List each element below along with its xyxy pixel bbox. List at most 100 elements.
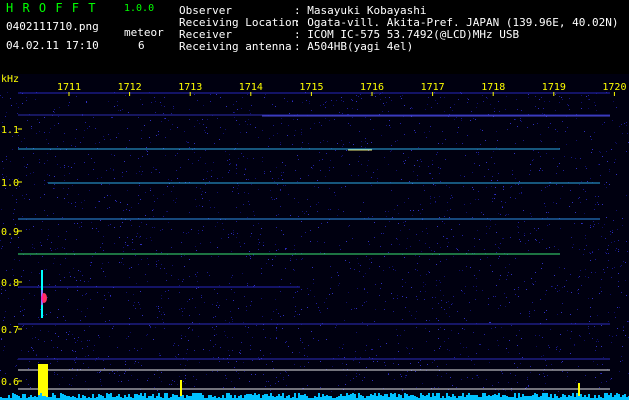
noise-dot [112, 371, 113, 372]
noise-dot [539, 170, 540, 171]
noise-dot [524, 221, 525, 222]
noise-dot [128, 300, 129, 301]
level-bar [540, 396, 542, 400]
noise-dot [393, 311, 394, 312]
noise-dot [421, 161, 422, 162]
noise-dot [423, 185, 424, 186]
noise-dot [406, 347, 407, 348]
noise-dot [281, 279, 282, 280]
noise-dot [597, 202, 598, 203]
noise-dot [133, 294, 134, 295]
noise-dot [486, 233, 487, 234]
noise-dot [250, 258, 251, 259]
noise-dot [317, 180, 318, 181]
noise-dot [391, 150, 392, 151]
noise-dot [182, 315, 183, 316]
noise-dot [484, 249, 485, 250]
noise-dot [247, 124, 248, 125]
noise-dot [278, 178, 279, 179]
noise-dot [417, 175, 418, 176]
noise-dot [230, 163, 231, 164]
noise-dot [353, 378, 354, 379]
level-bar [544, 393, 546, 400]
noise-dot [167, 211, 168, 212]
noise-dot [614, 241, 615, 242]
noise-dot [146, 150, 147, 151]
noise-dot [414, 130, 415, 131]
noise-dot [441, 300, 442, 301]
level-bar [272, 396, 274, 400]
level-bar [608, 395, 610, 400]
noise-dot [453, 256, 454, 257]
noise-dot [402, 279, 403, 280]
noise-dot [214, 335, 215, 336]
noise-dot [82, 275, 83, 276]
noise-dot [579, 197, 580, 198]
noise-dot [44, 210, 45, 211]
noise-dot [150, 190, 151, 191]
noise-dot [576, 168, 577, 169]
noise-dot [463, 186, 464, 187]
noise-dot [278, 249, 279, 250]
noise-dot [353, 144, 354, 145]
noise-dot [285, 249, 286, 250]
spectrogram-plot: kHz 1711 1712 1713 1714 1715 1716 1717 1718 1719… [0, 74, 629, 400]
noise-dot [449, 316, 450, 317]
noise-dot [402, 95, 403, 96]
noise-dot [336, 100, 337, 101]
noise-dot [60, 280, 61, 281]
noise-dot [36, 354, 37, 355]
noise-dot [198, 233, 199, 234]
noise-dot [384, 309, 385, 310]
noise-dot [4, 317, 5, 318]
noise-dot [12, 136, 13, 137]
noise-dot [361, 164, 362, 165]
noise-dot [617, 328, 618, 329]
noise-dot [223, 229, 224, 230]
noise-dot [518, 227, 519, 228]
noise-dot [216, 94, 217, 95]
noise-dot [75, 342, 76, 343]
noise-dot [3, 350, 4, 351]
noise-dot [246, 310, 247, 311]
noise-dot [595, 105, 596, 106]
noise-dot [140, 236, 141, 237]
noise-dot [615, 250, 616, 251]
noise-dot [91, 262, 92, 263]
noise-dot [51, 340, 52, 341]
noise-dot [1, 209, 2, 210]
noise-dot [299, 314, 300, 315]
noise-dot [515, 258, 516, 259]
noise-dot [293, 119, 294, 120]
noise-dot [586, 96, 587, 97]
noise-dot [586, 199, 587, 200]
noise-dot [184, 255, 185, 256]
level-bar [350, 394, 352, 400]
noise-dot [579, 276, 580, 277]
noise-dot [258, 189, 259, 190]
noise-dot [159, 311, 160, 312]
noise-dot [122, 176, 123, 177]
noise-dot [610, 379, 611, 380]
noise-dot [249, 255, 250, 256]
noise-dot [117, 101, 118, 102]
noise-dot [398, 213, 399, 214]
noise-dot [215, 344, 216, 345]
noise-dot [429, 331, 430, 332]
noise-dot [581, 102, 582, 103]
noise-dot [438, 303, 439, 304]
noise-dot [175, 155, 176, 156]
noise-dot [503, 186, 504, 187]
noise-dot [400, 230, 401, 231]
noise-dot [185, 365, 186, 366]
noise-dot [39, 273, 40, 274]
noise-dot [398, 364, 399, 365]
level-bar [348, 395, 350, 400]
noise-dot [354, 269, 355, 270]
level-bar [156, 396, 158, 400]
noise-dot [581, 108, 582, 109]
noise-dot [213, 357, 214, 358]
level-bar [622, 395, 624, 400]
noise-dot [294, 198, 295, 199]
level-bar [254, 393, 256, 400]
